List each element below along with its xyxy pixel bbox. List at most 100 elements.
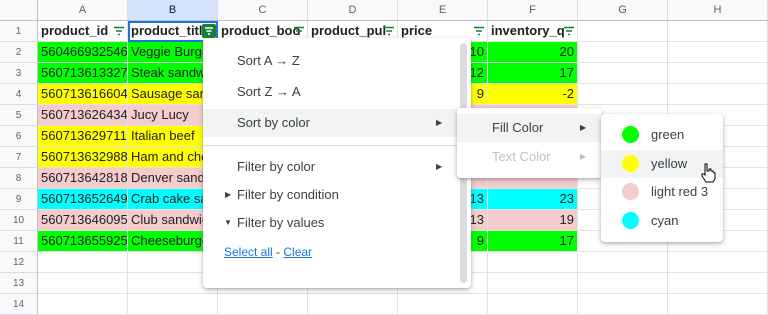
table-cell[interactable] bbox=[128, 294, 218, 315]
table-cell[interactable]: 5604669325466 bbox=[38, 42, 128, 63]
table-cell[interactable] bbox=[668, 63, 768, 84]
row-header-2[interactable]: 2 bbox=[0, 42, 38, 63]
active-filter-icon[interactable] bbox=[202, 24, 216, 38]
table-header-cell[interactable] bbox=[578, 21, 668, 42]
row-header-7[interactable]: 7 bbox=[0, 147, 38, 168]
sort-z-a-label: Sort Z → A bbox=[237, 84, 301, 99]
table-cell[interactable] bbox=[668, 252, 768, 273]
color-option-label: light red 3 bbox=[651, 184, 709, 199]
table-header-cell[interactable]: product_id bbox=[38, 21, 128, 42]
table-header-cell[interactable]: inventory_q bbox=[488, 21, 578, 42]
table-cell[interactable] bbox=[578, 84, 668, 105]
submenu-arrow-icon: ▶ bbox=[580, 152, 587, 161]
table-cell[interactable] bbox=[668, 84, 768, 105]
menu-item-filter-by-color[interactable]: Filter by color ▶ bbox=[203, 153, 465, 181]
menu-item-sort-z-a[interactable]: Sort Z → A bbox=[203, 78, 465, 106]
column-header-h[interactable]: H bbox=[668, 0, 768, 21]
fill-color-label: Fill Color bbox=[492, 120, 544, 135]
row-header-8[interactable]: 8 bbox=[0, 168, 38, 189]
filter-icon[interactable] bbox=[383, 26, 395, 36]
row-header-6[interactable]: 6 bbox=[0, 126, 38, 147]
color-swatch-icon bbox=[622, 154, 639, 172]
row-header-12[interactable]: 12 bbox=[0, 252, 38, 273]
submenu-arrow-icon: ▶ bbox=[436, 118, 443, 127]
sort-a-z-label: Sort A → Z bbox=[237, 53, 300, 68]
table-cell[interactable]: 5607136559258 bbox=[38, 231, 128, 252]
table-cell[interactable] bbox=[398, 294, 488, 315]
row-header-5[interactable]: 5 bbox=[0, 105, 38, 126]
column-header-c[interactable]: C bbox=[218, 0, 308, 21]
table-cell[interactable]: 19 bbox=[488, 210, 578, 231]
select-all-corner[interactable] bbox=[0, 0, 38, 21]
table-cell[interactable]: 5607136166042 bbox=[38, 84, 128, 105]
submenu-item-fill-color[interactable]: Fill Color ▶ bbox=[457, 114, 602, 142]
column-header-e[interactable]: E bbox=[398, 0, 488, 21]
row-header-9[interactable]: 9 bbox=[0, 189, 38, 210]
column-header-d[interactable]: D bbox=[308, 0, 398, 21]
table-cell[interactable]: 5607136460954 bbox=[38, 210, 128, 231]
filter-icon[interactable] bbox=[293, 26, 305, 36]
table-cell[interactable] bbox=[578, 294, 668, 315]
table-cell[interactable]: -2 bbox=[488, 84, 578, 105]
sort-by-color-label: Sort by color bbox=[237, 115, 310, 130]
select-all-link[interactable]: Select all bbox=[224, 245, 273, 259]
table-cell[interactable] bbox=[308, 294, 398, 315]
menu-item-filter-by-values[interactable]: ▼ Filter by values bbox=[203, 209, 465, 237]
table-cell[interactable] bbox=[668, 273, 768, 294]
color-swatch-icon bbox=[622, 126, 639, 143]
row-header-13[interactable]: 13 bbox=[0, 273, 38, 294]
table-cell[interactable] bbox=[578, 42, 668, 63]
table-cell[interactable] bbox=[668, 42, 768, 63]
menu-divider bbox=[203, 145, 465, 146]
table-cell[interactable]: 5607136297114 bbox=[38, 126, 128, 147]
table-cell[interactable]: 5607136428186 bbox=[38, 168, 128, 189]
table-cell[interactable] bbox=[488, 294, 578, 315]
clear-link[interactable]: Clear bbox=[283, 245, 312, 259]
table-cell[interactable] bbox=[578, 252, 668, 273]
table-cell[interactable] bbox=[578, 63, 668, 84]
menu-item-filter-by-condition[interactable]: ▶ Filter by condition bbox=[203, 181, 465, 209]
fill-color-option[interactable]: green bbox=[601, 121, 723, 149]
menu-item-sort-a-z[interactable]: Sort A → Z bbox=[203, 47, 465, 75]
row-header-1[interactable]: 1 bbox=[0, 21, 38, 42]
hand-pointer-cursor-icon bbox=[700, 163, 716, 183]
table-cell[interactable] bbox=[488, 273, 578, 294]
table-cell[interactable] bbox=[218, 294, 308, 315]
table-cell[interactable]: 17 bbox=[488, 63, 578, 84]
column-header-g[interactable]: G bbox=[578, 0, 668, 21]
row-header-4[interactable]: 4 bbox=[0, 84, 38, 105]
filter-by-color-label: Filter by color bbox=[237, 159, 316, 174]
table-cell[interactable]: 5607136329882 bbox=[38, 147, 128, 168]
table-cell[interactable] bbox=[38, 252, 128, 273]
filter-icon[interactable] bbox=[563, 26, 575, 36]
link-separator: - bbox=[272, 245, 284, 259]
filter-icon[interactable] bbox=[473, 26, 485, 36]
table-cell[interactable] bbox=[488, 252, 578, 273]
table-cell[interactable]: 17 bbox=[488, 231, 578, 252]
table-header-cell[interactable] bbox=[668, 21, 768, 42]
filter-by-values-label: Filter by values bbox=[237, 215, 325, 230]
table-cell[interactable]: 5607136133274 bbox=[38, 63, 128, 84]
row-header-14[interactable]: 14 bbox=[0, 294, 38, 315]
color-swatch-icon bbox=[622, 211, 639, 229]
submenu-item-text-color[interactable]: Text Color ▶ bbox=[457, 143, 602, 171]
column-header-f[interactable]: F bbox=[488, 0, 578, 21]
table-cell[interactable] bbox=[668, 294, 768, 315]
table-cell[interactable] bbox=[578, 273, 668, 294]
table-cell[interactable]: 5607136264346 bbox=[38, 105, 128, 126]
column-header-a[interactable]: A bbox=[38, 0, 128, 21]
row-header-10[interactable]: 10 bbox=[0, 210, 38, 231]
table-cell[interactable] bbox=[38, 273, 128, 294]
collapse-arrow-icon: ▼ bbox=[224, 218, 232, 227]
fill-color-option[interactable]: cyan bbox=[601, 207, 723, 235]
table-cell[interactable]: 23 bbox=[488, 189, 578, 210]
column-header-b[interactable]: B bbox=[128, 0, 218, 21]
filter-dropdown-menu: Sort A → Z Sort Z → A Sort by color ▶ Fi… bbox=[203, 38, 471, 288]
table-cell[interactable] bbox=[38, 294, 128, 315]
row-header-3[interactable]: 3 bbox=[0, 63, 38, 84]
menu-item-sort-by-color[interactable]: Sort by color ▶ bbox=[203, 109, 465, 137]
filter-icon[interactable] bbox=[113, 26, 125, 36]
row-header-11[interactable]: 11 bbox=[0, 231, 38, 252]
table-cell[interactable]: 20 bbox=[488, 42, 578, 63]
table-cell[interactable]: 5607136526490 bbox=[38, 189, 128, 210]
